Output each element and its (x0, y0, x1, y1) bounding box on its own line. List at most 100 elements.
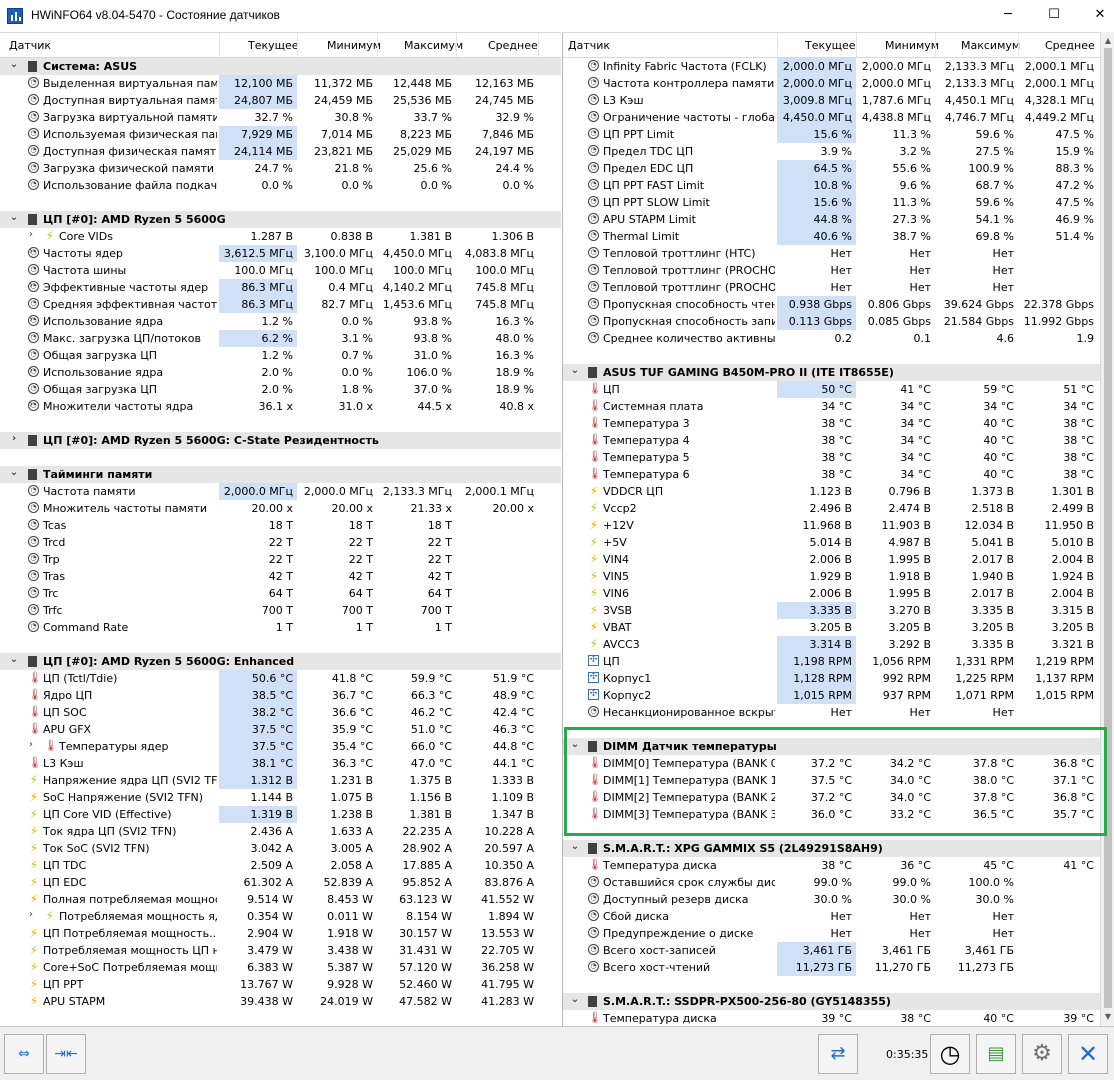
sensor-row[interactable]: ⚡ VDDCR ЦП 1.123 В 0.796 В 1.373 В 1.301 В (563, 483, 1100, 500)
sensor-row[interactable]: ◔ Infinity Fabric Частота (FCLK) 2,000.0 М… (563, 58, 1100, 75)
sensor-row[interactable]: ◔ Общая загрузка ЦП 2.0 % 1.8 % 37.0 % 18.9 % (0, 381, 561, 398)
col-min-header[interactable]: Минимум (885, 39, 939, 52)
sensor-row[interactable]: ✣ ЦП 1,198 RPM 1,056 RPM 1,331 RPM 1,219 RPM (563, 653, 1100, 670)
sensor-row[interactable]: 🌡 Температура 6 38 °C 34 °C 40 °C 38 °C (563, 466, 1100, 483)
collapse-chevron-icon[interactable]: ⌄ (570, 994, 580, 1005)
sensor-group-header[interactable]: ⌄ ЦП [#0]: AMD Ryzen 5 5600G: Enhanced (0, 653, 561, 670)
sensor-row[interactable]: 🌡 Температура 4 38 °C 34 °C 40 °C 38 °C (563, 432, 1100, 449)
sensor-row[interactable]: ⚡ VIN4 2.006 В 1.995 В 2.017 В 2.004 В (563, 551, 1100, 568)
sensor-row[interactable]: ⚡ Ток ядра ЦП (SVI2 TFN) 2.436 A 1.633 A 22.… (0, 823, 561, 840)
sensor-row[interactable]: ◔ Загрузка виртуальной памяти 32.7 % 30.8 %… (0, 109, 561, 126)
sensor-row[interactable]: ◔ Предел TDC ЦП 3.9 % 3.2 % 27.5 % 15.9 % (563, 143, 1100, 160)
sensor-row[interactable]: ⚡ ЦП TDC 2.509 A 2.058 A 17.885 A 10.350 A (0, 857, 561, 874)
col-avg-header[interactable]: Среднее (1045, 39, 1095, 52)
expand-chevron-icon[interactable]: › (26, 739, 36, 750)
sensor-row[interactable]: ⚡ APU STAPM 39.438 W 24.019 W 47.582 W 41.283… (0, 993, 561, 1010)
col-max-header[interactable]: Максимум (961, 39, 1020, 52)
clock-icon[interactable]: ◷ (930, 1034, 970, 1074)
scroll-up-icon[interactable]: ▲ (1101, 34, 1114, 48)
sensor-row[interactable]: 🌡 ЦП SOC 38.2 °C 36.6 °C 46.2 °C 42.4 °C (0, 704, 561, 721)
sensor-row[interactable]: ◔ Несанкционированное вскрыти... Нет Нет Нет (563, 704, 1100, 721)
sensor-row[interactable]: ◔ Trp 22 T 22 T 22 T (0, 551, 561, 568)
network-icon[interactable]: ⇄ (818, 1034, 858, 1074)
sensor-row[interactable]: ⚡ AVCC3 3.314 В 3.292 В 3.335 В 3.321 В (563, 636, 1100, 653)
col-current-header[interactable]: Текущее (805, 39, 856, 52)
sensor-row[interactable]: ◔ Предел EDC ЦП 64.5 % 55.6 % 100.9 % 88.3 % (563, 160, 1100, 177)
sensor-row[interactable]: ◔ Пропускная способность запис...0.113 Gb… (563, 313, 1100, 330)
sensor-group-header[interactable]: › ЦП [#0]: AMD Ryzen 5 5600G: C-State Рез… (0, 432, 561, 449)
sensor-row[interactable]: ◔ Частота шины 100.0 МГц 100.0 МГц 100.0 МГц… (0, 262, 561, 279)
sensor-row[interactable]: 🌡 Ядро ЦП 38.5 °C 36.7 °C 66.3 °C 48.9 °C (0, 687, 561, 704)
sensor-row[interactable]: ⚡ VBAT 3.205 В 3.205 В 3.205 В 3.205 В (563, 619, 1100, 636)
minimize-button[interactable]: ─ (985, 0, 1031, 32)
sensor-row[interactable]: › 🌡 Температуры ядер 37.5 °C 35.4 °C 66.0 °C 4… (0, 738, 561, 755)
sensor-row[interactable]: ◔ Command Rate 1 T 1 T 1 T (0, 619, 561, 636)
sensor-row[interactable]: 🌡 Температура 5 38 °C 34 °C 40 °C 38 °C (563, 449, 1100, 466)
sensor-row[interactable]: ◔ Загрузка физической памяти 24.7 % 21.8 % 2… (0, 160, 561, 177)
sensor-group-header[interactable]: ⌄ S.M.A.R.T.: SSDPR-PX500-256-80 (GY51483… (563, 993, 1100, 1010)
collapse-chevron-icon[interactable]: ⌄ (9, 212, 19, 223)
sensor-row[interactable]: ⚡ Core+SoC Потребляемая мощн... 6.383 W 5.3… (0, 959, 561, 976)
sensor-row[interactable]: ◔ Частота контроллера памяти (... 2,000.0 … (563, 75, 1100, 92)
sensor-row[interactable]: ⚡ VIN5 1.929 В 1.918 В 1.940 В 1.924 В (563, 568, 1100, 585)
sensor-row[interactable]: ◔ Тепловой троттлинг (HTC) Нет Нет Нет (563, 245, 1100, 262)
sensor-table-left[interactable]: Датчик Текущее Минимум Максимум Среднее … (0, 32, 561, 1026)
collapse-chevron-icon[interactable]: ⌄ (9, 654, 19, 665)
nav-left-right-icon[interactable]: ⇔ (4, 1034, 44, 1074)
sensor-row[interactable]: ⚡ VIN6 2.006 В 1.995 В 2.017 В 2.004 В (563, 585, 1100, 602)
sensor-row[interactable]: ◔ Средняя эффективная частота 86.3 МГц 82.7… (0, 296, 561, 313)
col-avg-header[interactable]: Среднее (488, 39, 538, 52)
sensor-row[interactable]: ◔ Пропускная способность чтени...0.938 Gb… (563, 296, 1100, 313)
sensor-row[interactable]: ◔ Tras 42 T 42 T 42 T (0, 568, 561, 585)
collapse-chevron-icon[interactable]: ⌄ (9, 59, 19, 70)
sensor-row[interactable]: 🌡 Температура диска 39 °C 38 °C 40 °C 39 °C (563, 1010, 1100, 1026)
sensor-group-header[interactable]: ⌄ S.M.A.R.T.: XPG GAMMIX S5 (2L49291S8AH9… (563, 840, 1100, 857)
col-min-header[interactable]: Минимум (327, 39, 381, 52)
sensor-row[interactable]: ⚡ Напряжение ядра ЦП (SVI2 TFN) 1.312 В 1.2… (0, 772, 561, 789)
nav-collapse-icon[interactable]: ⇥⇤ (46, 1034, 86, 1074)
sensor-row[interactable]: ◔ Trcd 22 T 22 T 22 T (0, 534, 561, 551)
sensor-row[interactable]: ◔ Trfc 700 T 700 T 700 T (0, 602, 561, 619)
col-current-header[interactable]: Текущее (248, 39, 299, 52)
add-report-icon[interactable]: ▤ (976, 1034, 1016, 1074)
sensor-row[interactable]: › ◔ Использование ядра 1.2 % 0.0 % 93.8 % 16.3… (0, 313, 561, 330)
sensor-group-header[interactable]: ⌄ Тайминги памяти (0, 466, 561, 483)
sensor-row[interactable]: 🌡 Системная плата 34 °C 34 °C 34 °C 34 °C (563, 398, 1100, 415)
sensor-row[interactable]: ◔ Среднее количество активных... 0.2 0.1 4.6… (563, 330, 1100, 347)
sensor-row[interactable]: › ⚡ Core VIDs 1.287 В 0.838 В 1.381 В 1.306 В (0, 228, 561, 245)
sensor-row[interactable]: › ◔ Множители частоты ядра 36.1 x 31.0 x 44.5… (0, 398, 561, 415)
sensor-row[interactable]: ⚡ Полная потребляемая мощност... 9.514 W 8.… (0, 891, 561, 908)
sensor-row[interactable]: ◔ Tcas 18 T 18 T 18 T (0, 517, 561, 534)
sensor-row[interactable]: ◔ Использование файла подкачки 0.0 % 0.0 % 0… (0, 177, 561, 194)
sensor-row[interactable]: › ◔ Использование ядра 2.0 % 0.0 % 106.0 % 18.… (0, 364, 561, 381)
vertical-scrollbar[interactable]: ▲ ▼ (1100, 32, 1114, 1026)
sensor-row[interactable]: ⚡ Ток SoC (SVI2 TFN) 3.042 A 3.005 A 28.902 … (0, 840, 561, 857)
sensor-row[interactable]: ◔ Частота памяти 2,000.0 МГц 2,000.0 МГц 2,1… (0, 483, 561, 500)
sensor-row[interactable]: 🌡 ЦП 50 °C 41 °C 59 °C 51 °C (563, 381, 1100, 398)
sensor-row[interactable]: ⚡ ЦП EDC 61.302 A 52.839 A 95.852 A 83.876 A (0, 874, 561, 891)
sensor-group-header[interactable]: ⌄ Система: ASUS (0, 58, 561, 75)
scrollbar-thumb[interactable] (1104, 48, 1112, 1008)
expand-chevron-icon[interactable]: › (9, 433, 19, 444)
sensor-row[interactable]: ◔ L3 Кэш 3,009.8 МГц 1,787.6 МГц 4,450.1 МГц… (563, 92, 1100, 109)
sensor-row[interactable]: ◔ Макс. загрузка ЦП/потоков 6.2 % 3.1 % 93.8… (0, 330, 561, 347)
sensor-row[interactable]: ◔ ЦП PPT SLOW Limit 15.6 % 11.3 % 59.6 % 47.5… (563, 194, 1100, 211)
sensor-table-right[interactable]: Датчик Текущее Минимум Максимум Среднее … (562, 32, 1100, 1026)
collapse-chevron-icon[interactable]: ⌄ (9, 467, 19, 478)
sensor-row[interactable]: ⚡ +5V 5.014 В 4.987 В 5.041 В 5.010 В (563, 534, 1100, 551)
sensor-row[interactable]: ◔ Используемая физическая память7,929 МБ 7… (0, 126, 561, 143)
sensor-row[interactable]: ◔ Общая загрузка ЦП 1.2 % 0.7 % 31.0 % 16.3 % (0, 347, 561, 364)
sensor-row[interactable]: ⚡ Потребляемая мощность ЦП на... 3.479 W 3.… (0, 942, 561, 959)
sensor-row[interactable]: 🌡 ЦП (Tctl/Tdie) 50.6 °C 41.8 °C 59.9 °C 51.9… (0, 670, 561, 687)
sensor-row[interactable]: ✣ Корпус1 1,128 RPM 992 RPM 1,225 RPM 1,137 R… (563, 670, 1100, 687)
close-x-icon[interactable]: ✕ (1068, 1034, 1108, 1074)
sensor-row[interactable]: 🌡 Температура 3 38 °C 34 °C 40 °C 38 °C (563, 415, 1100, 432)
sensor-row[interactable]: › ◔ Частоты ядер 3,612.5 МГц 3,100.0 МГц 4,45… (0, 245, 561, 262)
sensor-row[interactable]: ◔ Оставшийся срок службы диска 99.0 % 99.0 … (563, 874, 1100, 891)
sensor-group-header[interactable]: ⌄ ASUS TUF GAMING B450M-PRO II (ITE IT865… (563, 364, 1100, 381)
col-max-header[interactable]: Максимум (404, 39, 463, 52)
scroll-down-icon[interactable]: ▼ (1101, 1010, 1114, 1024)
sensor-row[interactable]: ◔ Всего хост-записей 3,461 ГБ 3,461 ГБ 3,461… (563, 942, 1100, 959)
sensor-row[interactable]: ⚡ ЦП Core VID (Effective) 1.319 В 1.238 В 1.… (0, 806, 561, 823)
sensor-row[interactable]: ◔ Ограничение частоты - глобал... 4,450.0 … (563, 109, 1100, 126)
